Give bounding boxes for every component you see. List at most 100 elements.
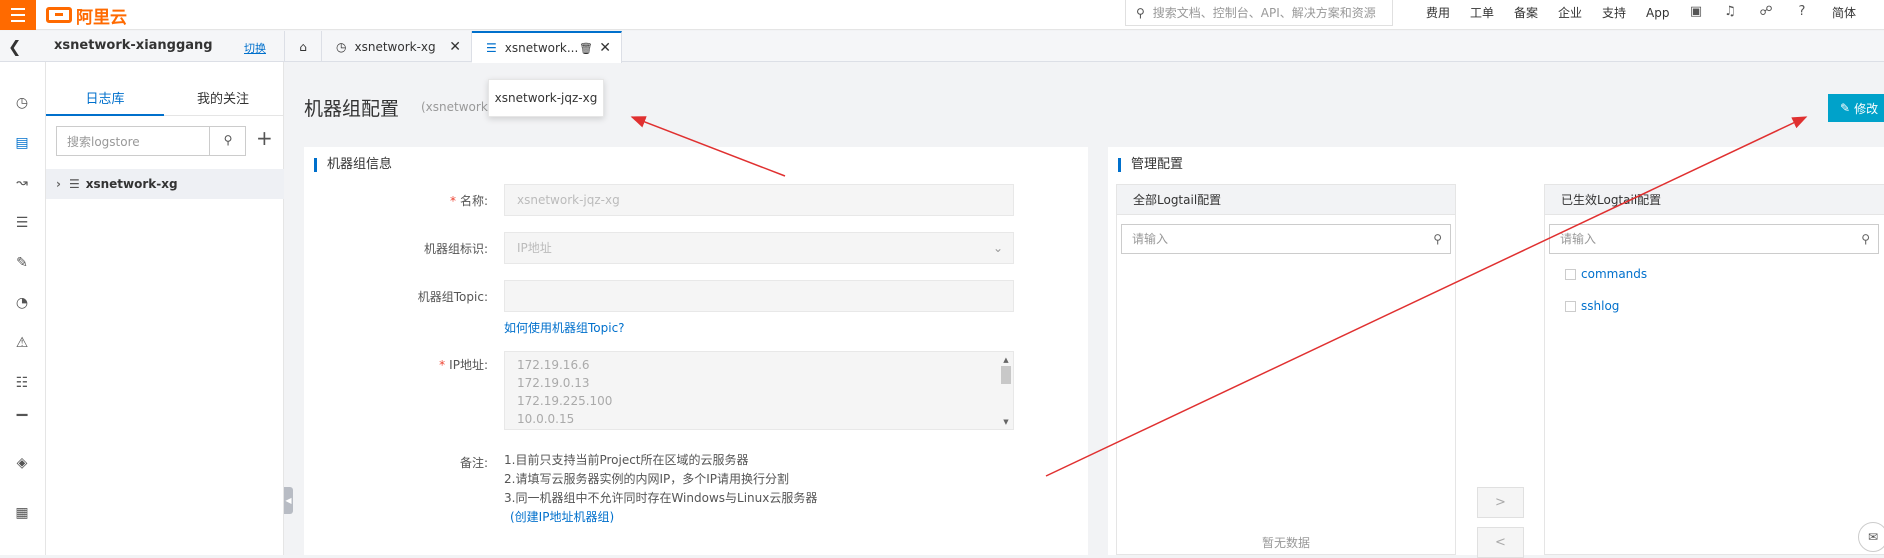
move-left-button[interactable]: <	[1477, 527, 1524, 558]
close-icon[interactable]: ✕	[449, 39, 461, 55]
empty-state: 暂无数据	[1261, 536, 1310, 550]
ruler-icon[interactable]: ▔	[13, 414, 31, 432]
topic-field[interactable]	[504, 280, 1014, 312]
logstore-search-placeholder: 搜索logstore	[67, 134, 140, 149]
global-search-input[interactable]: ⚲ 搜索文档、控制台、API、解决方案和资源	[1125, 0, 1393, 26]
search-icon: ⚲	[1136, 5, 1145, 20]
switch-project-link[interactable]: 切换	[244, 40, 266, 56]
book-icon[interactable]: ▦	[13, 504, 31, 522]
name-label: * 名称:	[449, 194, 488, 208]
nav-icp[interactable]: 备案	[1514, 0, 1538, 26]
ip-line: 10.0.0.15	[517, 412, 575, 426]
chat-icon[interactable]: ✉	[1858, 522, 1884, 552]
language-switch[interactable]: 简体	[1832, 0, 1856, 26]
nav-enterprise[interactable]: 企业	[1558, 0, 1582, 26]
note-label: 备注:	[459, 456, 488, 470]
all-configs-panel: 全部Logtail配置 请输入 ⚲ 暂无数据	[1116, 184, 1456, 555]
card-title: 机器组信息	[314, 158, 392, 172]
checkbox[interactable]	[1565, 268, 1576, 280]
topic-label: 机器组Topic:	[417, 290, 488, 304]
create-ip-group-link[interactable]: (创建IP地址机器组)	[510, 508, 614, 525]
tab-project[interactable]: ◷ xsnetwork-xg ✕	[322, 31, 472, 62]
applied-configs-panel: 已生效Logtail配置 请输入 ⚲ commands sshlog	[1544, 184, 1884, 555]
edit-doc-icon[interactable]: ✎	[13, 254, 31, 272]
logo-mark	[46, 7, 72, 23]
topic-help-link[interactable]: 如何使用机器组Topic?	[504, 319, 625, 336]
all-configs-search-input[interactable]: 请输入 ⚲	[1121, 224, 1451, 254]
logstore-item[interactable]: › ☰ xsnetwork-xg	[46, 169, 284, 199]
ip-label: * IP地址:	[439, 358, 488, 372]
all-configs-title: 全部Logtail配置	[1117, 185, 1455, 215]
note-line-3: 3.同一机器组中不允许同时存在Windows与Linux云服务器	[504, 491, 818, 505]
applied-configs-title: 已生效Logtail配置	[1545, 185, 1884, 215]
identifier-label: 机器组标识:	[423, 242, 488, 256]
back-icon[interactable]: ❮	[8, 37, 21, 56]
card-title: 管理配置	[1118, 158, 1183, 172]
database-icon: ☰	[68, 177, 80, 191]
tab-bar: ❮ xsnetwork-xianggang 切换 ⌂ ◷ xsnetwork-x…	[0, 31, 1884, 63]
tab-project-label: xsnetwork-xg	[354, 39, 436, 54]
scrollbar[interactable]: ▲ ▼	[1001, 356, 1011, 426]
config-item-label: sshlog	[1581, 299, 1620, 313]
tab-machine-group[interactable]: ☰ xsnetwork... 🗑 ✕	[472, 31, 622, 63]
search-icon[interactable]: ⚲	[1433, 225, 1442, 253]
chevron-down-icon: ⌄	[992, 241, 1003, 255]
tab-my-follow[interactable]: 我的关注	[164, 88, 282, 107]
dashboard-icon: ◷	[336, 39, 347, 54]
identifier-select[interactable]: IP地址 ⌄	[504, 232, 1014, 264]
note-line-1: 1.目前只支持当前Project所在区域的云服务器	[504, 453, 749, 467]
applied-configs-search-input[interactable]: 请输入 ⚲	[1549, 224, 1879, 254]
ip-line: 172.19.225.100	[517, 394, 613, 408]
icon-rail: ◷ ▤ ↝ ☰ ✎ ◔ ⚠ ☷ ▔ ◈ ▦	[0, 62, 46, 555]
alert-icon[interactable]: ⚠	[13, 334, 31, 352]
nav-fees[interactable]: 费用	[1426, 0, 1450, 26]
terminal-icon[interactable]: ▣	[1688, 4, 1704, 20]
machine-group-info-card: 机器组信息 * 名称: xsnetwork-jqz-xg 机器组标识: IP地址 …	[304, 147, 1088, 555]
identifier-value: IP地址	[517, 241, 552, 255]
tab-home[interactable]: ⌂	[284, 31, 322, 62]
bell-icon[interactable]: ♫	[1722, 4, 1738, 20]
close-icon[interactable]: ✕	[599, 40, 611, 56]
logstore-icon[interactable]: ▤	[13, 134, 31, 152]
home-icon: ⌂	[299, 39, 307, 54]
note-line-2: 2.请填写云服务器实例的内网IP，多个IP请用换行分割	[504, 472, 790, 486]
search-placeholder: 请输入	[1560, 232, 1597, 246]
pie-chart-icon[interactable]: ◔	[13, 294, 31, 312]
move-right-button[interactable]: >	[1477, 487, 1524, 518]
list-icon[interactable]: ☷	[13, 374, 31, 392]
project-name: xsnetwork-xianggang	[54, 38, 213, 53]
menu-icon[interactable]	[0, 0, 36, 30]
server-icon[interactable]: ☰	[13, 214, 31, 232]
logo[interactable]: 阿里云	[46, 4, 127, 28]
page-title: 机器组配置	[304, 98, 400, 120]
config-item[interactable]: sshlog	[1565, 299, 1619, 313]
tab-machine-group-label: xsnetwork...	[504, 41, 579, 55]
cart-icon[interactable]: ☍	[1758, 4, 1774, 20]
search-placeholder: 请输入	[1132, 232, 1169, 246]
nav-app[interactable]: App	[1646, 0, 1669, 26]
name-field[interactable]: xsnetwork-jqz-xg	[504, 184, 1014, 216]
ip-line: 172.19.16.6	[517, 358, 590, 372]
edit-icon: ✎	[1840, 101, 1851, 115]
chevron-right-icon[interactable]: ›	[56, 177, 61, 191]
chart-icon[interactable]: ↝	[13, 174, 31, 192]
nav-support[interactable]: 支持	[1602, 0, 1626, 26]
top-bar: 阿里云 ⚲ 搜索文档、控制台、API、解决方案和资源 费用 工单 备案 企业 支…	[0, 0, 1884, 30]
ip-textarea[interactable]: 172.19.16.6 172.19.0.13 172.19.225.100 1…	[504, 351, 1014, 430]
layers-icon[interactable]: ◈	[13, 454, 31, 472]
collapse-handle[interactable]: ◀	[284, 487, 293, 514]
tab-tooltip: xsnetwork-jqz-xg	[488, 79, 604, 117]
nav-tickets[interactable]: 工单	[1470, 0, 1494, 26]
trash-icon[interactable]: 🗑	[579, 42, 593, 55]
search-icon[interactable]: ⚲	[209, 126, 246, 156]
tab-logstore[interactable]: 日志库	[46, 88, 164, 107]
help-icon[interactable]: ?	[1794, 4, 1810, 20]
search-icon[interactable]: ⚲	[1861, 225, 1870, 253]
checkbox[interactable]	[1565, 300, 1576, 312]
config-item-label: commands	[1581, 267, 1648, 281]
edit-button[interactable]: ✎ 修改	[1828, 94, 1884, 122]
clock-icon[interactable]: ◷	[13, 94, 31, 112]
config-item[interactable]: commands	[1565, 267, 1647, 281]
add-icon[interactable]: +	[256, 126, 273, 150]
logstore-item-label: xsnetwork-xg	[85, 177, 178, 191]
